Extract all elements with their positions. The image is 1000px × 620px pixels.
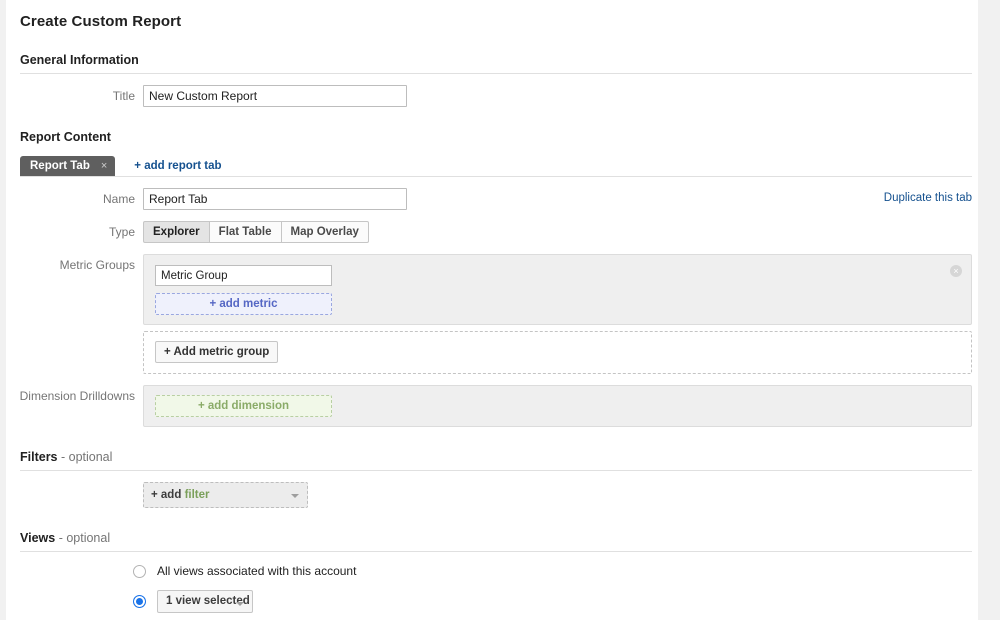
dimension-drilldowns-row: Dimension Drilldowns + add dimension [6,385,978,427]
create-custom-report-screen: Create Custom Report General Information… [0,0,1000,620]
tab-name-label: Name [6,188,143,210]
add-metric-group-container: + Add metric group [143,331,972,374]
type-label: Type [6,221,143,243]
divider [20,470,972,471]
view-select-dropdown[interactable]: 1 view selected [157,590,253,613]
dimension-drilldowns-panel: + add dimension [143,385,972,427]
tab-name-row: Name Duplicate this tab [6,188,978,210]
metric-groups-label: Metric Groups [6,254,143,276]
views-header: Views - optional [20,529,978,551]
add-filter-prefix: + add [151,489,185,501]
metric-group-panel: × + add metric [143,254,972,325]
report-content-section: Report Content Report Tab × + add report… [6,128,978,427]
remove-metric-group-icon[interactable]: × [950,265,962,277]
filters-heading: Filters [20,450,58,464]
type-row: Type Explorer Flat Table Map Overlay [6,221,978,243]
content-card: Create Custom Report General Information… [6,0,978,620]
general-information-header: General Information [20,51,978,73]
views-option-select-row[interactable]: 1 view selected [133,590,978,613]
general-information-section: General Information Title [6,51,978,107]
radio-all-views-label: All views associated with this account [157,564,356,578]
report-content-header: Report Content [20,128,978,150]
add-report-tab-link[interactable]: + add report tab [134,160,221,172]
report-tab-label: Report Tab [30,160,90,172]
divider [20,176,972,177]
radio-selected-views[interactable] [133,595,146,608]
close-icon[interactable]: × [101,161,107,172]
title-input[interactable] [143,85,407,107]
views-option-all-row[interactable]: All views associated with this account [133,564,978,578]
report-content-heading: Report Content [20,130,111,144]
title-label: Title [6,85,143,107]
add-filter-word: filter [185,489,210,501]
dimension-drilldowns-label: Dimension Drilldowns [6,385,143,407]
general-information-heading: General Information [20,53,139,67]
metric-group-name-input[interactable] [155,265,332,286]
tab-name-input[interactable] [143,188,407,210]
type-option-flat-table[interactable]: Flat Table [209,221,282,243]
report-tab-strip: Report Tab × + add report tab [20,156,978,176]
add-metric-group-button[interactable]: + Add metric group [155,341,278,363]
add-dimension-button[interactable]: + add dimension [155,395,332,417]
add-filter-dropdown[interactable]: + add filter [143,482,308,508]
filters-optional-text: - optional [58,450,113,464]
views-optional-text: - optional [55,531,110,545]
title-row: Title [6,85,978,107]
add-filter-row: + add filter [6,482,978,508]
chevron-down-icon [291,494,299,498]
type-option-explorer[interactable]: Explorer [143,221,210,243]
divider [20,551,972,552]
radio-all-views[interactable] [133,565,146,578]
views-heading: Views [20,531,55,545]
add-metric-button[interactable]: + add metric [155,293,332,315]
page-title: Create Custom Report [20,13,978,30]
views-section: Views - optional All views associated wi… [6,529,978,613]
filters-header: Filters - optional [20,448,978,470]
filters-section: Filters - optional + add filter [6,448,978,508]
type-segmented-control: Explorer Flat Table Map Overlay [143,221,369,243]
duplicate-this-tab-link[interactable]: Duplicate this tab [884,192,972,204]
divider [20,73,972,74]
metric-groups-row: Metric Groups × + add metric + Add metri… [6,254,978,374]
type-option-map-overlay[interactable]: Map Overlay [281,221,369,243]
report-tab[interactable]: Report Tab × [20,156,115,176]
chevron-down-icon [236,602,244,606]
